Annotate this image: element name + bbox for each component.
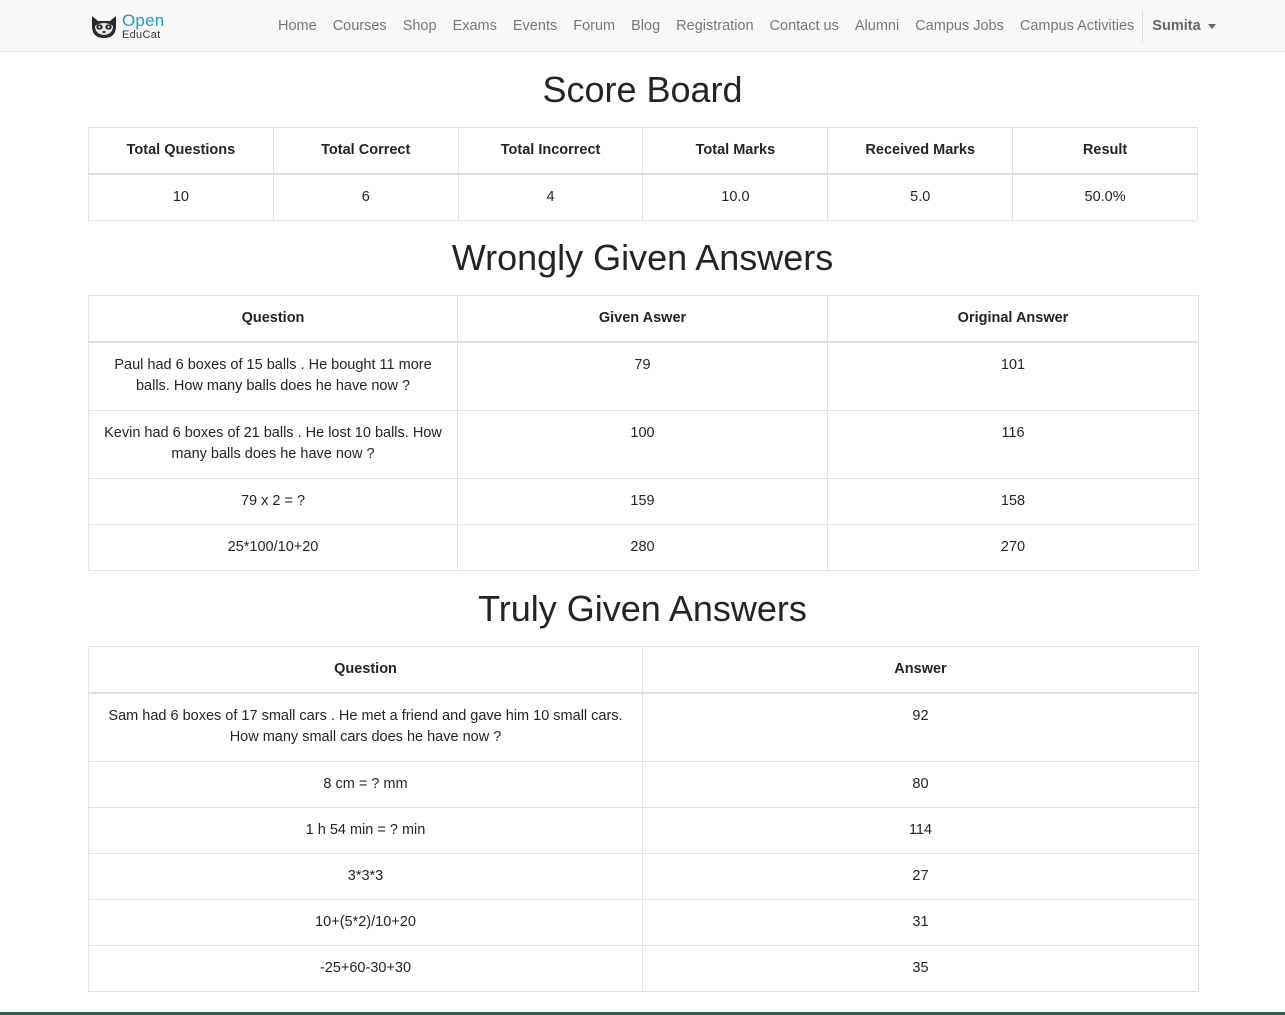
table-row: -25+60-30+30 35 bbox=[88, 944, 1199, 992]
col-total-incorrect: Total Incorrect bbox=[457, 127, 644, 175]
nav-divider bbox=[1142, 10, 1144, 42]
true-answer: 35 bbox=[642, 944, 1199, 992]
table-row: 3*3*3 27 bbox=[88, 852, 1199, 900]
wrong-original-answer: 101 bbox=[827, 341, 1199, 411]
wrong-original-answer: 158 bbox=[827, 477, 1199, 525]
nav-exams[interactable]: Exams bbox=[445, 18, 505, 34]
true-answer: 92 bbox=[642, 692, 1199, 762]
nav-events[interactable]: Events bbox=[505, 18, 565, 34]
col-question: Question bbox=[88, 295, 458, 343]
wrong-question: 79 x 2 = ? bbox=[88, 477, 458, 525]
nav-registration[interactable]: Registration bbox=[668, 18, 761, 34]
table-row: Kevin had 6 boxes of 21 balls . He lost … bbox=[88, 409, 1199, 479]
nav-campus-activities[interactable]: Campus Activities bbox=[1012, 18, 1142, 34]
table-row: 25*100/10+20 280 270 bbox=[88, 523, 1199, 571]
true-question: 8 cm = ? mm bbox=[88, 760, 643, 808]
brand-open: Open bbox=[122, 10, 165, 30]
nav-campus-jobs[interactable]: Campus Jobs bbox=[907, 18, 1012, 34]
table-row: 10 6 4 10.0 5.0 50.0% bbox=[88, 173, 1198, 221]
true-answers-title: Truly Given Answers bbox=[478, 588, 807, 629]
scoreboard-title: Score Board bbox=[542, 69, 743, 110]
true-question: -25+60-30+30 bbox=[88, 944, 643, 992]
wrong-question: 25*100/10+20 bbox=[88, 523, 458, 571]
wrong-given-answer: 280 bbox=[457, 523, 828, 571]
brand-logo[interactable]: Open EduCat bbox=[89, 11, 164, 41]
true-answers-table: Question Answer Sam had 6 boxes of 17 sm… bbox=[88, 646, 1199, 992]
wrong-given-answer: 159 bbox=[457, 477, 828, 525]
col-original-answer: Original Answer bbox=[827, 295, 1199, 343]
true-question: 1 h 54 min = ? min bbox=[88, 806, 643, 854]
wrong-given-answer: 79 bbox=[457, 341, 828, 411]
true-answer: 114 bbox=[642, 806, 1199, 854]
true-answer: 31 bbox=[642, 898, 1199, 946]
nav-blog[interactable]: Blog bbox=[623, 18, 668, 34]
value-total-marks: 10.0 bbox=[642, 173, 829, 221]
col-received-marks: Received Marks bbox=[827, 127, 1014, 175]
col-total-questions: Total Questions bbox=[88, 127, 274, 175]
chevron-down-icon bbox=[1207, 24, 1216, 29]
wrong-question: Paul had 6 boxes of 15 balls . He bought… bbox=[88, 341, 458, 411]
col-total-marks: Total Marks bbox=[642, 127, 829, 175]
wrong-answers-title: Wrongly Given Answers bbox=[451, 237, 834, 278]
wrong-answers-table: Question Given Aswer Original Answer Pau… bbox=[88, 295, 1199, 571]
wrong-given-answer: 100 bbox=[457, 409, 828, 479]
col-question: Question bbox=[88, 646, 643, 694]
brand-educat: EduCat bbox=[122, 28, 161, 41]
raccoon-logo-icon bbox=[92, 16, 116, 38]
table-row: 8 cm = ? mm 80 bbox=[88, 760, 1199, 808]
brand-text: Open EduCat bbox=[122, 12, 164, 41]
nav-home[interactable]: Home bbox=[270, 18, 325, 34]
value-total-correct: 6 bbox=[272, 173, 459, 221]
nav-contact-us[interactable]: Contact us bbox=[762, 18, 847, 34]
col-answer: Answer bbox=[642, 646, 1199, 694]
table-row: Paul had 6 boxes of 15 balls . He bought… bbox=[88, 341, 1199, 411]
nav-forum[interactable]: Forum bbox=[565, 18, 623, 34]
true-question: 3*3*3 bbox=[88, 852, 643, 900]
true-answer: 27 bbox=[642, 852, 1199, 900]
value-total-incorrect: 4 bbox=[457, 173, 644, 221]
table-row: 10+(5*2)/10+20 31 bbox=[88, 898, 1199, 946]
user-menu[interactable]: Sumita bbox=[1144, 18, 1223, 34]
table-row: 1 h 54 min = ? min 114 bbox=[88, 806, 1199, 854]
value-result: 50.0% bbox=[1012, 173, 1198, 221]
wrong-original-answer: 116 bbox=[827, 409, 1199, 479]
nav-courses[interactable]: Courses bbox=[325, 18, 395, 34]
wrong-question: Kevin had 6 boxes of 21 balls . He lost … bbox=[88, 409, 458, 479]
navbar: Open EduCat Home Courses Shop Exams Even… bbox=[0, 0, 1285, 52]
col-given-answer: Given Aswer bbox=[457, 295, 828, 343]
nav-alumni[interactable]: Alumni bbox=[847, 18, 907, 34]
value-total-questions: 10 bbox=[88, 173, 274, 221]
col-result: Result bbox=[1012, 127, 1198, 175]
true-answer: 80 bbox=[642, 760, 1199, 808]
table-row: 79 x 2 = ? 159 158 bbox=[88, 477, 1199, 525]
scoreboard-table: Total Questions Total Correct Total Inco… bbox=[88, 127, 1198, 221]
nav-shop[interactable]: Shop bbox=[395, 18, 445, 34]
table-row: Sam had 6 boxes of 17 small cars . He me… bbox=[88, 692, 1199, 762]
value-received-marks: 5.0 bbox=[827, 173, 1014, 221]
true-question: Sam had 6 boxes of 17 small cars . He me… bbox=[88, 692, 643, 762]
true-question: 10+(5*2)/10+20 bbox=[88, 898, 643, 946]
wrong-original-answer: 270 bbox=[827, 523, 1199, 571]
user-name: Sumita bbox=[1152, 18, 1201, 34]
col-total-correct: Total Correct bbox=[272, 127, 459, 175]
main-nav: Home Courses Shop Exams Events Forum Blo… bbox=[270, 0, 1224, 52]
